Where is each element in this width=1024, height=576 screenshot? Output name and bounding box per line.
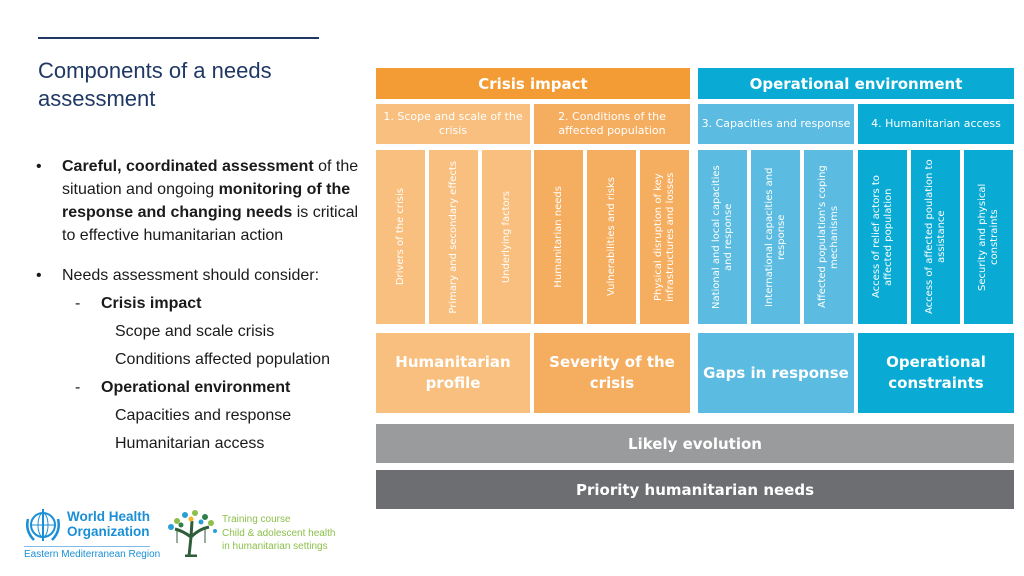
column-cell: Underlying factors [482,150,531,324]
sub-item: Conditions affected population [115,351,330,368]
column-label: Drivers of the crisis [394,188,406,286]
course-text: Training course Child & adolescent healt… [222,513,335,554]
tree-logo-icon [168,510,217,557]
subheader-capacities: 3. Capacities and response [698,104,854,144]
course-line: Training course [222,514,291,525]
column-cell: Vulnerabilities and risks [587,150,636,324]
bullet-consider: Needs assessment should consider: [30,264,370,287]
footer-logos: World Health Organization Eastern Mediter… [20,505,360,565]
likely-evolution-bar: Likely evolution [376,424,1014,463]
course-line: Child & adolescent health [222,527,336,539]
who-name: World Health Organization [67,509,150,539]
column-label: Primary and secondary effects [447,160,459,314]
title-rule [38,37,319,39]
outcome-humanitarian-profile: Humanitarian profile [376,333,530,413]
who-region: Eastern Mediterranean Region [24,549,161,560]
column-label: International capacities and response [763,167,787,307]
priority-needs-bar: Priority humanitarian needs [376,470,1014,509]
column-cell: Security and physical constraints [964,150,1013,324]
bold-text: Careful, coordinated assessment [62,158,314,175]
sub-crisis-impact: Crisis impact [30,292,370,315]
who-rule [24,546,150,547]
subheader-conditions: 2. Conditions of the affected population [534,104,690,144]
outcome-operational-constraints: Operational constraints [858,333,1014,413]
column-cell: Humanitarian needs [534,150,583,324]
header-crisis-impact: Crisis impact [376,68,690,99]
sub-operational-environment: Operational environment [30,376,370,399]
bullet-assessment: Careful, coordinated assessment of the s… [30,155,370,247]
column-cell: Primary and secondary effects [429,150,478,324]
sub-item: Scope and scale crisis [115,323,275,340]
column-cell: Access of relief actors to affected popu… [858,150,907,324]
sub-item: Capacities and response [115,407,292,424]
subheader-scope-scale: 1. Scope and scale of the crisis [376,104,530,144]
sub-item: Humanitarian access [115,435,265,452]
column-cell: Drivers of the crisis [376,150,425,324]
course-line: in humanitarian settings [222,541,328,552]
outcome-severity: Severity of the crisis [534,333,690,413]
column-label: Vulnerabilities and risks [605,177,617,297]
column-label: Access of affected poulation to assistan… [923,159,947,315]
who-name-line: World Health [67,509,151,524]
bullet-list: Careful, coordinated assessment of the s… [30,155,370,455]
column-cell: Physical disruption of key infrastructur… [640,150,689,324]
header-operational-environment: Operational environment [698,68,1014,99]
subheader-access: 4. Humanitarian access [858,104,1014,144]
column-cell: Affected population's coping mechanisms [804,150,853,324]
who-name-line: Organization [67,524,150,539]
needs-assessment-diagram: Crisis impact Operational environment 1.… [376,68,1014,509]
column-label: Physical disruption of key infrastructur… [652,172,676,302]
column-cell: Access of affected poulation to assistan… [911,150,960,324]
column-label: National and local capacities and respon… [710,165,734,309]
column-label: Security and physical constraints [976,183,1000,291]
slide-title: Components of a needs assessment [38,58,272,111]
column-cell: National and local capacities and respon… [698,150,747,324]
column-label: Underlying factors [500,190,512,284]
outcome-gaps: Gaps in response [698,333,854,413]
column-label: Humanitarian needs [552,186,564,288]
column-label: Access of relief actors to affected popu… [870,175,894,299]
column-cell: International capacities and response [751,150,800,324]
column-label: Affected population's coping mechanisms [816,165,840,309]
who-emblem-icon [26,509,60,541]
